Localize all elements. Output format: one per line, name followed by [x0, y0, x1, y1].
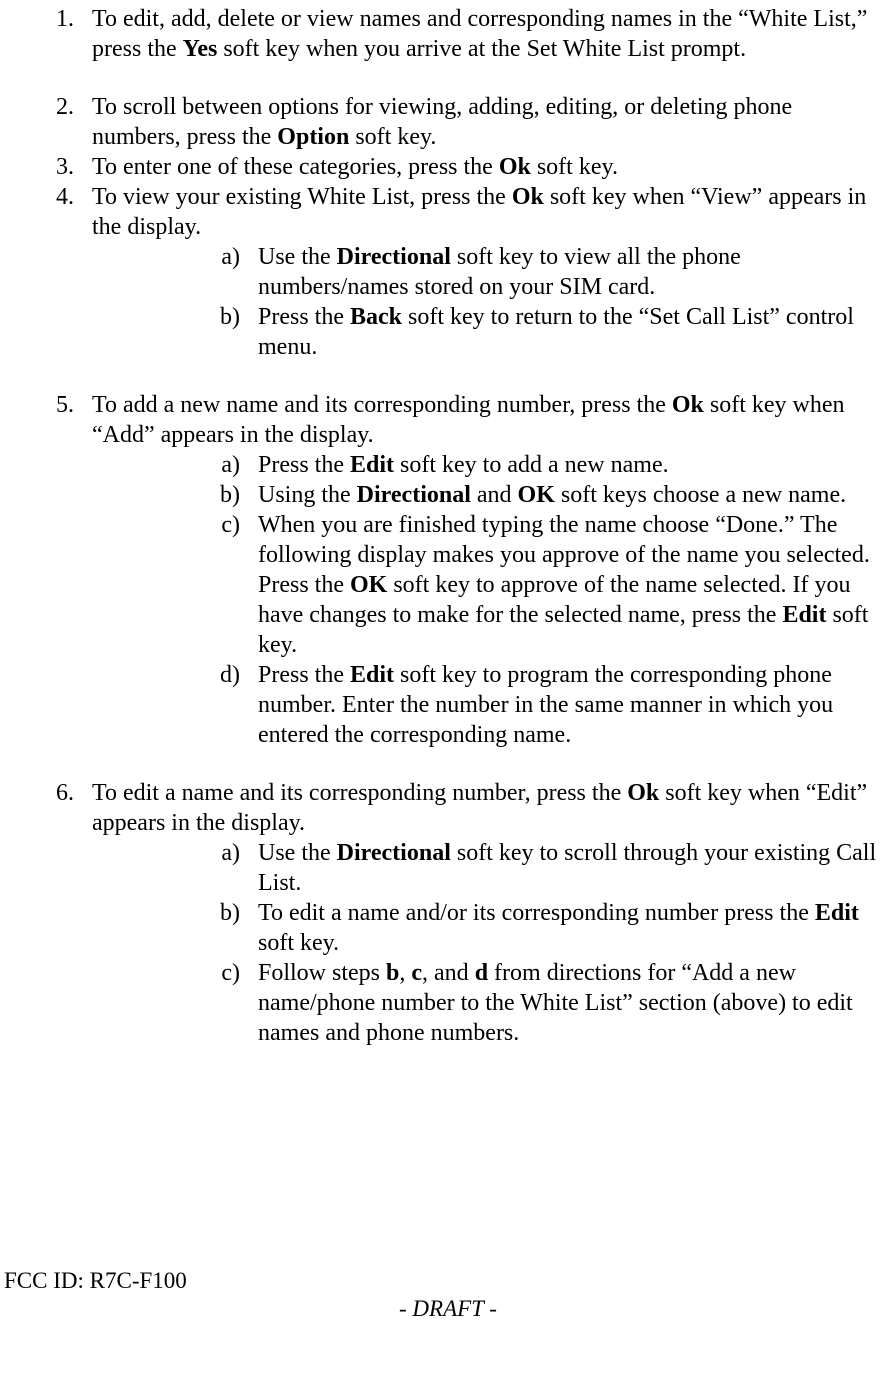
sub-instruction-list: Use the Directional soft key to scroll t…	[92, 838, 878, 1048]
sub-instruction-item: Press the Edit soft key to add a new nam…	[252, 450, 878, 480]
instruction-item: To edit a name and its corresponding num…	[80, 778, 878, 1048]
sub-instruction-item: Use the Directional soft key to view all…	[252, 242, 878, 302]
instruction-item: To enter one of these categories, press …	[80, 152, 878, 182]
instruction-item: To add a new name and its corresponding …	[80, 390, 878, 750]
sub-instruction-item: Press the Back soft key to return to the…	[252, 302, 878, 362]
sub-instruction-item: Use the Directional soft key to scroll t…	[252, 838, 878, 898]
instruction-list: To edit, add, delete or view names and c…	[18, 4, 878, 1048]
instruction-item: To scroll between options for viewing, a…	[80, 92, 878, 152]
fcc-id: FCC ID: R7C-F100	[4, 1267, 878, 1296]
sub-instruction-list: Press the Edit soft key to add a new nam…	[92, 450, 878, 750]
sub-instruction-item: To edit a name and/or its corresponding …	[252, 898, 878, 958]
instruction-item: To view your existing White List, press …	[80, 182, 878, 362]
sub-instruction-item: Follow steps b, c, and d from directions…	[252, 958, 878, 1048]
page-footer: FCC ID: R7C-F100 - DRAFT -	[18, 1267, 878, 1325]
draft-label: - DRAFT -	[18, 1295, 878, 1324]
sub-instruction-item: Using the Directional and OK soft keys c…	[252, 480, 878, 510]
instruction-item: To edit, add, delete or view names and c…	[80, 4, 878, 64]
sub-instruction-item: When you are finished typing the name ch…	[252, 510, 878, 660]
sub-instruction-list: Use the Directional soft key to view all…	[92, 242, 878, 362]
sub-instruction-item: Press the Edit soft key to program the c…	[252, 660, 878, 750]
